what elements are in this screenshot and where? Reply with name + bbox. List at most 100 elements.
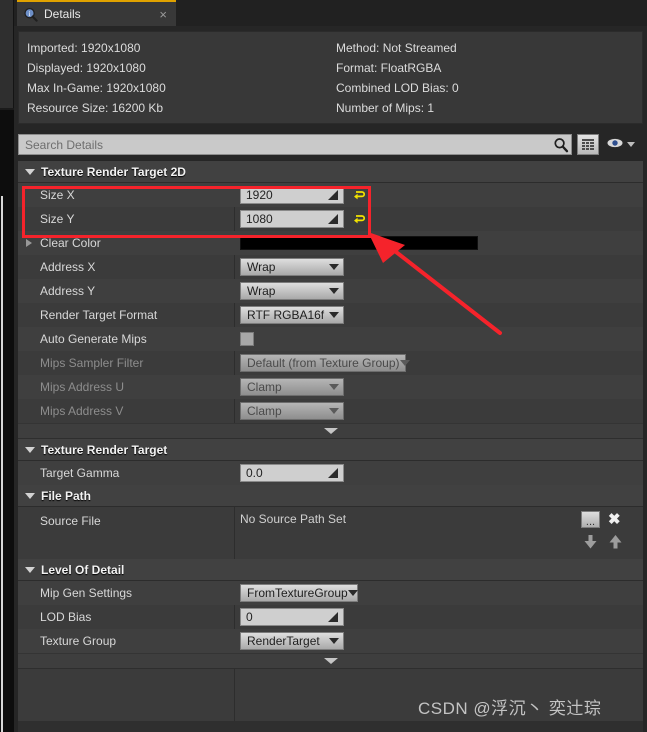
number-field[interactable]: 1920: [240, 186, 344, 204]
arrow-down-icon[interactable]: [584, 535, 597, 554]
gutter-highlight-line: [1, 196, 3, 732]
search-box[interactable]: [18, 134, 572, 155]
section-expand-bar[interactable]: [18, 653, 643, 669]
details-panel-window: i Details × Imported: 1920x1080 Displaye…: [0, 0, 647, 732]
checkbox[interactable]: [240, 332, 254, 346]
property-label: Address X: [40, 260, 96, 274]
property-row[interactable]: Texture Group RenderTarget: [18, 629, 643, 653]
property-row[interactable]: LOD Bias 0: [18, 605, 643, 629]
chevron-down-icon: [399, 360, 410, 366]
source-file-value: No Source Path Set: [240, 512, 347, 526]
property-label: Address Y: [40, 284, 96, 298]
property-value-cell: RTF RGBA16f: [234, 306, 643, 324]
section-title: Texture Render Target 2D: [41, 164, 186, 179]
texture-info-panel: Imported: 1920x1080 Displayed: 1920x1080…: [18, 31, 643, 124]
property-value-cell: Clamp: [234, 378, 643, 396]
number-field[interactable]: 0: [240, 608, 344, 626]
info-method: Method: Not Streamed: [336, 41, 457, 55]
view-options-button[interactable]: [606, 136, 635, 154]
browse-button[interactable]: ...: [581, 511, 600, 528]
dropdown[interactable]: Clamp: [240, 378, 344, 396]
property-row[interactable]: Size X 1920: [18, 183, 643, 207]
grid-view-icon[interactable]: [577, 134, 599, 155]
chevron-down-icon: [329, 384, 339, 390]
number-value: 0: [246, 610, 253, 624]
dropdown[interactable]: Wrap: [240, 282, 344, 300]
panel-bottom-strip: [18, 721, 643, 732]
property-row[interactable]: Source File No Source Path Set... ✖: [18, 507, 643, 559]
chevron-down-icon: [347, 590, 358, 596]
property-value-cell: Wrap: [234, 282, 643, 300]
section-header-2[interactable]: File Path: [18, 485, 643, 507]
dropdown-value: RenderTarget: [247, 634, 320, 648]
dropdown[interactable]: Default (from Texture Group): [240, 354, 410, 372]
spinner-icon[interactable]: [328, 190, 339, 201]
property-row[interactable]: Mips Sampler Filter Default (from Texture…: [18, 351, 643, 375]
clear-icon[interactable]: ✖: [608, 512, 621, 527]
svg-text:i: i: [29, 10, 31, 18]
spinner-icon[interactable]: [328, 468, 339, 479]
property-row[interactable]: Mip Gen Settings FromTextureGroup: [18, 581, 643, 605]
details-magnifier-icon: i: [23, 7, 38, 22]
property-label: Mip Gen Settings: [40, 586, 133, 600]
property-value-cell: 0: [234, 608, 643, 626]
property-row[interactable]: Address X Wrap: [18, 255, 643, 279]
chevron-down-icon: [329, 638, 339, 644]
number-field[interactable]: 0.0: [240, 464, 344, 482]
dropdown-value: Clamp: [247, 380, 282, 394]
property-label: LOD Bias: [40, 610, 92, 624]
tab-details[interactable]: i Details ×: [17, 0, 176, 26]
section-header-3[interactable]: Level Of Detail: [18, 559, 643, 581]
property-value-cell: RenderTarget: [234, 632, 643, 650]
dropdown[interactable]: FromTextureGroup: [240, 584, 358, 602]
search-input[interactable]: [25, 137, 553, 152]
info-format: Format: FloatRGBA: [336, 61, 442, 75]
dropdown[interactable]: Wrap: [240, 258, 344, 276]
info-displayed: Displayed: 1920x1080: [27, 61, 146, 75]
info-column-left: Imported: 1920x1080 Displayed: 1920x1080…: [27, 38, 166, 118]
property-row[interactable]: Mips Address V Clamp: [18, 399, 643, 423]
chevron-down-icon: [25, 492, 35, 499]
section-expand-bar[interactable]: [18, 423, 643, 439]
spinner-icon[interactable]: [328, 214, 339, 225]
chevron-right-icon[interactable]: [26, 239, 32, 247]
property-label: Clear Color: [40, 236, 101, 250]
color-swatch[interactable]: [240, 236, 478, 250]
reset-to-default-icon[interactable]: [353, 213, 366, 226]
double-chevron-down-icon: [323, 658, 338, 664]
double-chevron-down-icon: [323, 428, 338, 434]
property-value-cell: [234, 332, 643, 346]
editor-left-gutter: [0, 0, 14, 732]
property-label: Mips Address U: [40, 380, 125, 394]
property-list[interactable]: Texture Render Target 2D Size X 1920 Size Y…: [18, 161, 643, 721]
dropdown-value: Default (from Texture Group): [247, 356, 400, 370]
property-label: Render Target Format: [40, 308, 158, 322]
dropdown-value: Wrap: [247, 260, 276, 274]
tab-strip: i Details ×: [14, 0, 647, 26]
section-header-1[interactable]: Texture Render Target: [18, 439, 643, 461]
spinner-icon[interactable]: [328, 612, 339, 623]
chevron-down-icon: [25, 446, 35, 453]
section-title: Level Of Detail: [41, 562, 125, 577]
property-row[interactable]: Mips Address U Clamp: [18, 375, 643, 399]
close-icon[interactable]: ×: [156, 8, 170, 21]
info-imported: Imported: 1920x1080: [27, 41, 141, 55]
property-row[interactable]: Render Target Format RTF RGBA16f: [18, 303, 643, 327]
number-field[interactable]: 1080: [240, 210, 344, 228]
property-row[interactable]: Target Gamma 0.0: [18, 461, 643, 485]
tab-label: Details: [44, 7, 81, 21]
dropdown[interactable]: RTF RGBA16f: [240, 306, 344, 324]
property-row[interactable]: Clear Color: [18, 231, 643, 255]
number-value: 0.0: [246, 466, 263, 480]
property-row[interactable]: Address Y Wrap: [18, 279, 643, 303]
property-row[interactable]: Auto Generate Mips: [18, 327, 643, 351]
dropdown[interactable]: Clamp: [240, 402, 344, 420]
dropdown-value: FromTextureGroup: [247, 586, 348, 600]
eye-icon: [606, 136, 624, 154]
section-header-0[interactable]: Texture Render Target 2D: [18, 161, 643, 183]
property-label: Size Y: [40, 212, 75, 226]
reset-to-default-icon[interactable]: [353, 189, 366, 202]
arrow-up-icon[interactable]: [609, 535, 622, 554]
property-row[interactable]: Size Y 1080: [18, 207, 643, 231]
dropdown[interactable]: RenderTarget: [240, 632, 344, 650]
